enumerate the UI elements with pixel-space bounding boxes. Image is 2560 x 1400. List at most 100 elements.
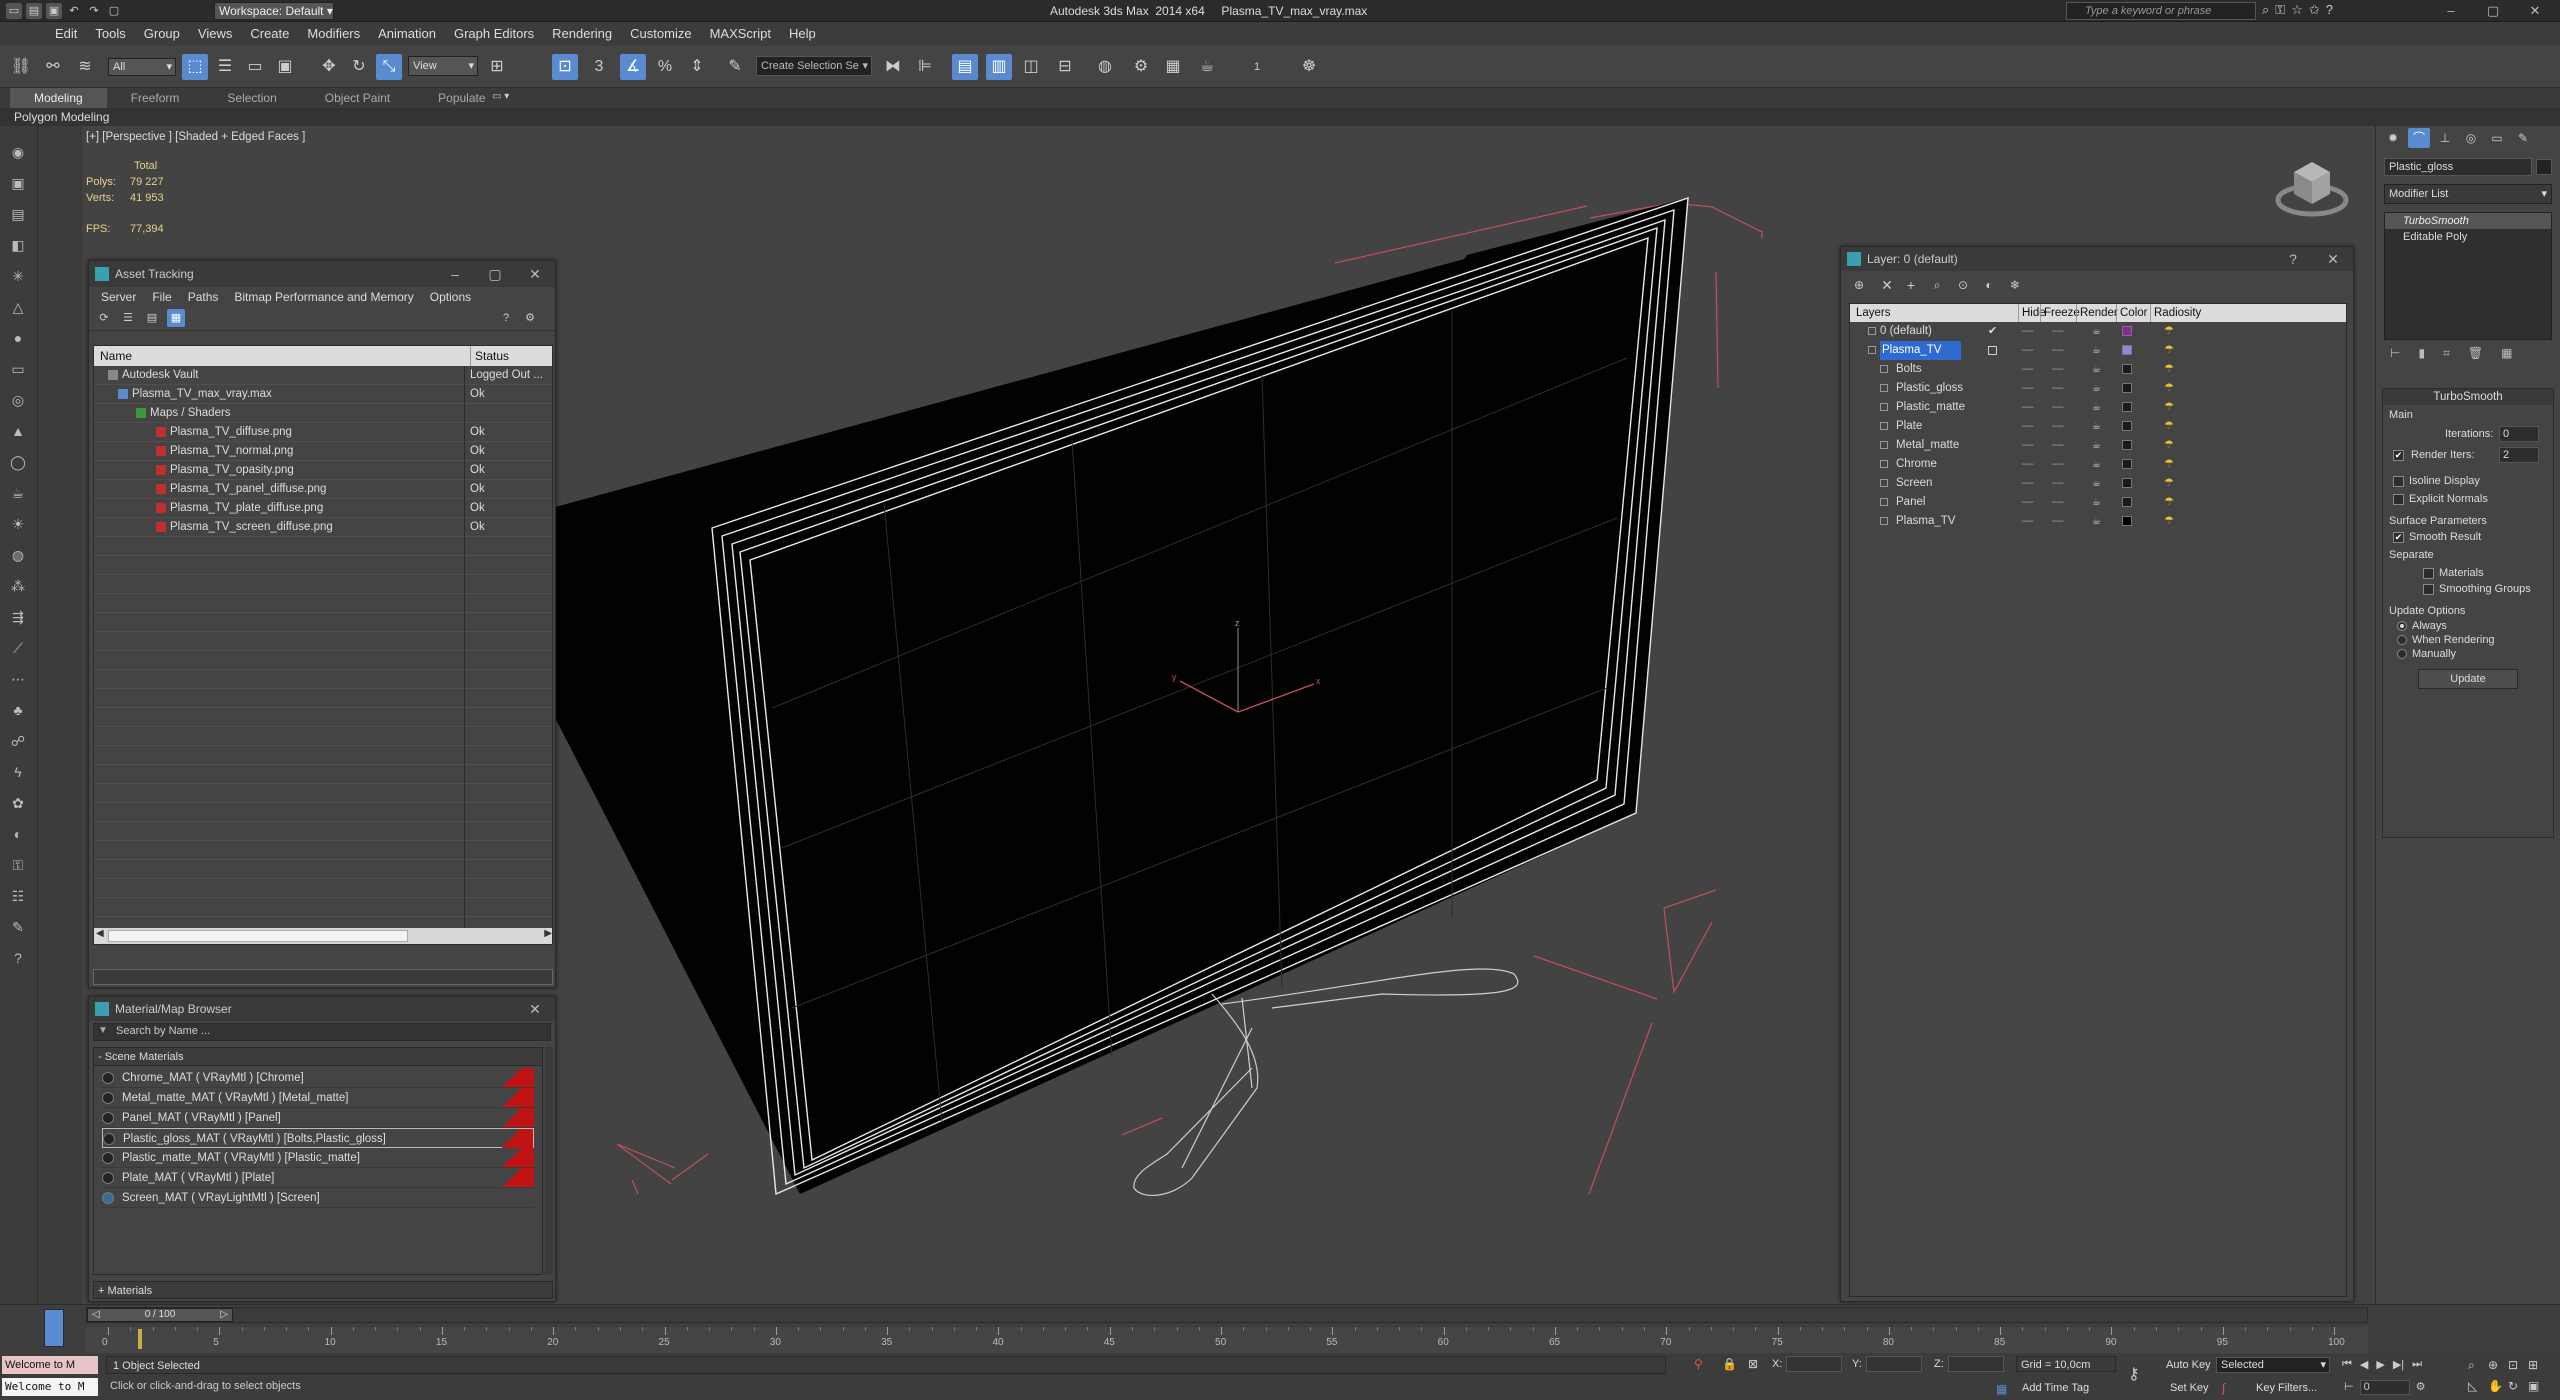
asset-row[interactable]: Maps / Shaders: [94, 404, 552, 423]
freeze-toggle-icon[interactable]: —: [2052, 341, 2064, 360]
hide-toggle-icon[interactable]: —: [2022, 512, 2034, 531]
x-coordinate-field[interactable]: [1786, 1356, 1842, 1372]
asset-row[interactable]: Plasma_TV_normal.png Ok: [94, 442, 552, 461]
edit-named-selection-icon[interactable]: ✎: [722, 54, 748, 80]
asset-row[interactable]: [94, 708, 552, 727]
asset-row[interactable]: Plasma_TV_max_vray.max Ok: [94, 385, 552, 404]
align-icon[interactable]: ⊫: [912, 54, 938, 80]
left-tool-render-icon[interactable]: ▣: [6, 171, 30, 195]
asset-row[interactable]: Autodesk Vault Logged Out ...: [94, 366, 552, 385]
material-item[interactable]: Chrome_MAT ( VRayMtl ) [Chrome]: [102, 1068, 534, 1088]
z-coordinate-field[interactable]: [1948, 1356, 2004, 1372]
left-tool-box-icon[interactable]: ▭: [6, 357, 30, 381]
radiosity-toggle-icon[interactable]: ☂: [2164, 493, 2174, 512]
menu-group[interactable]: Group: [135, 22, 189, 45]
remove-modifier-icon[interactable]: 🗑: [2468, 346, 2483, 366]
update-manually-radio[interactable]: [2397, 649, 2407, 660]
render-toggle-icon[interactable]: ☕: [2092, 341, 2101, 360]
hide-all-layers-icon[interactable]: ◐: [1979, 275, 1999, 295]
layer-row[interactable]: Plasma_TV — — ☕ ☂: [1850, 341, 2346, 360]
left-tool-torus-icon[interactable]: ◯: [6, 450, 30, 474]
menu-help[interactable]: Help: [780, 22, 825, 45]
left-tool-bone-icon[interactable]: ⟋: [6, 636, 30, 660]
left-tool-key-icon[interactable]: ⚿: [6, 853, 30, 877]
layer-row[interactable]: Panel — — ☕ ☂: [1850, 493, 2346, 512]
active-layer-check-icon[interactable]: ✔: [1988, 322, 1997, 341]
hierarchy-tab-icon[interactable]: ⊥: [2434, 128, 2456, 148]
column-header-status[interactable]: Status: [470, 346, 509, 366]
freeze-toggle-icon[interactable]: —: [2052, 379, 2064, 398]
communication-icon[interactable]: ☆: [2291, 2, 2303, 18]
menu-graph-editors[interactable]: Graph Editors: [445, 22, 543, 45]
close-icon[interactable]: ✕: [2514, 0, 2556, 22]
left-tool-path-icon[interactable]: ⋯: [6, 667, 30, 691]
update-button[interactable]: Update: [2418, 669, 2518, 689]
smooth-result-checkbox[interactable]: ✔: [2393, 531, 2404, 543]
hide-toggle-icon[interactable]: —: [2022, 379, 2034, 398]
asset-row[interactable]: [94, 784, 552, 803]
zoom-extents-all-icon[interactable]: ⊞: [2528, 1358, 2548, 1373]
list-view-icon[interactable]: ☰: [119, 309, 137, 327]
asset-menu-paths[interactable]: Paths: [180, 287, 227, 307]
asset-row[interactable]: [94, 613, 552, 632]
next-frame-icon[interactable]: ▶|: [2393, 1358, 2404, 1371]
radiosity-toggle-icon[interactable]: ☂: [2164, 398, 2174, 417]
menu-customize[interactable]: Customize: [621, 22, 700, 45]
layer-row[interactable]: Plate — — ☕ ☂: [1850, 417, 2346, 436]
asset-row[interactable]: [94, 594, 552, 613]
asset-row[interactable]: [94, 841, 552, 860]
left-tool-display-icon[interactable]: ▤: [6, 202, 30, 226]
left-tool-helper-icon[interactable]: ✳: [6, 264, 30, 288]
project-folder-icon[interactable]: ▢: [106, 3, 122, 19]
table-view-icon[interactable]: ▤: [143, 309, 161, 327]
left-tool-shape-icon[interactable]: △: [6, 295, 30, 319]
open-file-icon[interactable]: ▤: [26, 3, 42, 19]
freeze-toggle-icon[interactable]: —: [2052, 493, 2064, 512]
delete-layer-icon[interactable]: ✕: [1877, 275, 1897, 295]
material-item[interactable]: Plate_MAT ( VRayMtl ) [Plate]: [102, 1168, 534, 1188]
column-header-name[interactable]: Name: [100, 346, 132, 366]
layer-column-render[interactable]: Render: [2076, 304, 2118, 322]
left-tool-lightning-icon[interactable]: ϟ: [6, 760, 30, 784]
hide-toggle-icon[interactable]: —: [2022, 398, 2034, 417]
render-iters-checkbox[interactable]: ✔: [2393, 450, 2404, 461]
search-dropdown-icon[interactable]: ▼: [98, 1025, 108, 1036]
highlight-layer-icon[interactable]: ⊙: [1953, 275, 1973, 295]
selection-lock-icon[interactable]: 🔒: [1722, 1357, 1737, 1371]
materials-section-header[interactable]: + Materials: [93, 1281, 553, 1299]
layer-row[interactable]: Screen — — ☕ ☂: [1850, 474, 2346, 493]
freeze-toggle-icon[interactable]: —: [2052, 417, 2064, 436]
select-by-name-icon[interactable]: ☰: [212, 54, 238, 80]
layer-color-swatch[interactable]: [2122, 402, 2132, 412]
ribbon-tab-freeform[interactable]: Freeform: [107, 88, 204, 108]
command-panel[interactable]: ✹ ⌒ ⊥ ◎ ▭ ✎ Plastic_gloss Modifier List ▾…: [2375, 126, 2560, 1306]
hide-toggle-icon[interactable]: —: [2022, 322, 2034, 341]
separate-materials-checkbox[interactable]: [2423, 567, 2434, 579]
left-tool-globe-icon[interactable]: ◐: [6, 822, 30, 846]
close-icon[interactable]: ✕: [515, 997, 555, 1021]
modify-tab-icon[interactable]: ⌒: [2408, 128, 2430, 148]
go-to-start-icon[interactable]: ⏮: [2342, 1358, 2352, 1371]
radiosity-toggle-icon[interactable]: ☂: [2164, 417, 2174, 436]
set-key-button[interactable]: Set Key: [2170, 1382, 2209, 1394]
asset-tracking-titlebar[interactable]: Asset Tracking – ▢ ✕: [89, 261, 555, 287]
material-search-field[interactable]: ▼ Search by Name ...: [93, 1023, 551, 1041]
menu-create[interactable]: Create: [241, 22, 298, 45]
pivot-center-icon[interactable]: ⊞: [484, 54, 510, 80]
graphite-toolbar-icon[interactable]: ▥: [986, 54, 1012, 80]
auto-key-button[interactable]: Auto Key: [2166, 1359, 2211, 1371]
new-file-icon[interactable]: ▭: [6, 3, 22, 19]
horizontal-scrollbar[interactable]: ◀ ▶: [94, 928, 552, 944]
stack-item-turbosmooth[interactable]: TurboSmooth: [2385, 213, 2551, 229]
freeze-toggle-icon[interactable]: —: [2052, 474, 2064, 493]
asset-row[interactable]: [94, 803, 552, 822]
search-icon[interactable]: ⌕: [2262, 2, 2269, 18]
settings-icon[interactable]: ⚙: [521, 309, 539, 327]
hide-toggle-icon[interactable]: —: [2022, 455, 2034, 474]
field-of-view-icon[interactable]: ◺: [2468, 1379, 2488, 1393]
radiosity-toggle-icon[interactable]: ☂: [2164, 341, 2174, 360]
material-browser-titlebar[interactable]: Material/Map Browser ✕: [89, 997, 555, 1021]
refresh-icon[interactable]: ⟳: [95, 309, 113, 327]
layer-row[interactable]: 0 (default) ✔ — — ☕ ☂: [1850, 322, 2346, 341]
left-tool-camera-icon[interactable]: ◉: [6, 140, 30, 164]
